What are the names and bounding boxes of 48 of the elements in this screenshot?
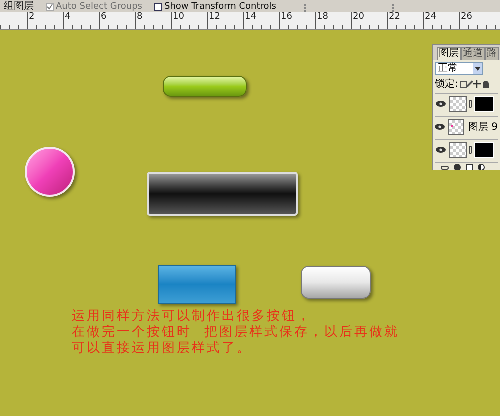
caption-line: 可以直接运用图层样式了。 xyxy=(72,341,253,357)
layer-row[interactable]: 图层 9 xyxy=(435,116,498,137)
chain-icon xyxy=(469,100,472,108)
ruler-number: 20 xyxy=(351,12,387,26)
panel-tab[interactable]: 路 xyxy=(485,47,499,60)
mask-icon[interactable] xyxy=(466,164,473,170)
ruler-number: 4 xyxy=(63,12,99,26)
eye-icon[interactable] xyxy=(435,145,447,155)
ruler-number: 22 xyxy=(387,12,423,26)
link-icon[interactable] xyxy=(441,166,449,170)
blend-mode-dropdown[interactable]: 正常 xyxy=(435,62,483,75)
eye-icon[interactable] xyxy=(435,122,446,132)
button-shape xyxy=(301,266,371,299)
option-checkbox[interactable]: Show Transform Controls xyxy=(154,2,276,12)
layer-thumbnail xyxy=(449,142,467,158)
layer-row[interactable] xyxy=(435,139,498,160)
layer-mask-thumbnail xyxy=(474,96,494,112)
ruler-number: 10 xyxy=(171,12,207,26)
adjustment-icon[interactable] xyxy=(478,164,485,170)
ruler-number: 26 xyxy=(459,12,495,26)
panel-tab[interactable]: 通道 xyxy=(461,47,485,60)
checkmark-icon xyxy=(47,4,53,10)
chain-icon xyxy=(469,146,472,154)
panel-tab[interactable]: 图层 xyxy=(437,47,461,60)
option-label: 组图层 xyxy=(4,2,34,12)
round-button-shape xyxy=(25,147,75,197)
ruler-number: 18 xyxy=(315,12,351,26)
move-icon[interactable] xyxy=(473,80,482,88)
ruler-number: 6 xyxy=(99,12,135,26)
lock-label: 锁定: xyxy=(435,78,458,90)
layer-thumbnail xyxy=(448,119,464,135)
ruler-number: 24 xyxy=(423,12,459,26)
layer-row[interactable] xyxy=(435,93,498,114)
layer-thumbnail xyxy=(449,96,467,112)
ruler-number: 14 xyxy=(243,12,279,26)
eye-icon[interactable] xyxy=(435,99,447,109)
caret-icon[interactable] xyxy=(473,63,482,74)
caption-line: 在做完一个按钮时 把图层样式保存，以后再做就 xyxy=(72,325,400,341)
caption-line: 运用同样方法可以制作出很多按钮， xyxy=(72,309,313,325)
ruler-number: 8 xyxy=(135,12,171,26)
ruler-number: 16 xyxy=(279,12,315,26)
lock-icon[interactable] xyxy=(483,80,490,88)
ruler-number: 2 xyxy=(27,12,63,26)
layer-mask-thumbnail xyxy=(474,142,494,158)
ruler-number: 12 xyxy=(207,12,243,26)
effects-icon[interactable] xyxy=(454,164,461,170)
layer-name: 图层 9 xyxy=(468,122,498,132)
lock-transparency-icon[interactable] xyxy=(460,80,468,88)
